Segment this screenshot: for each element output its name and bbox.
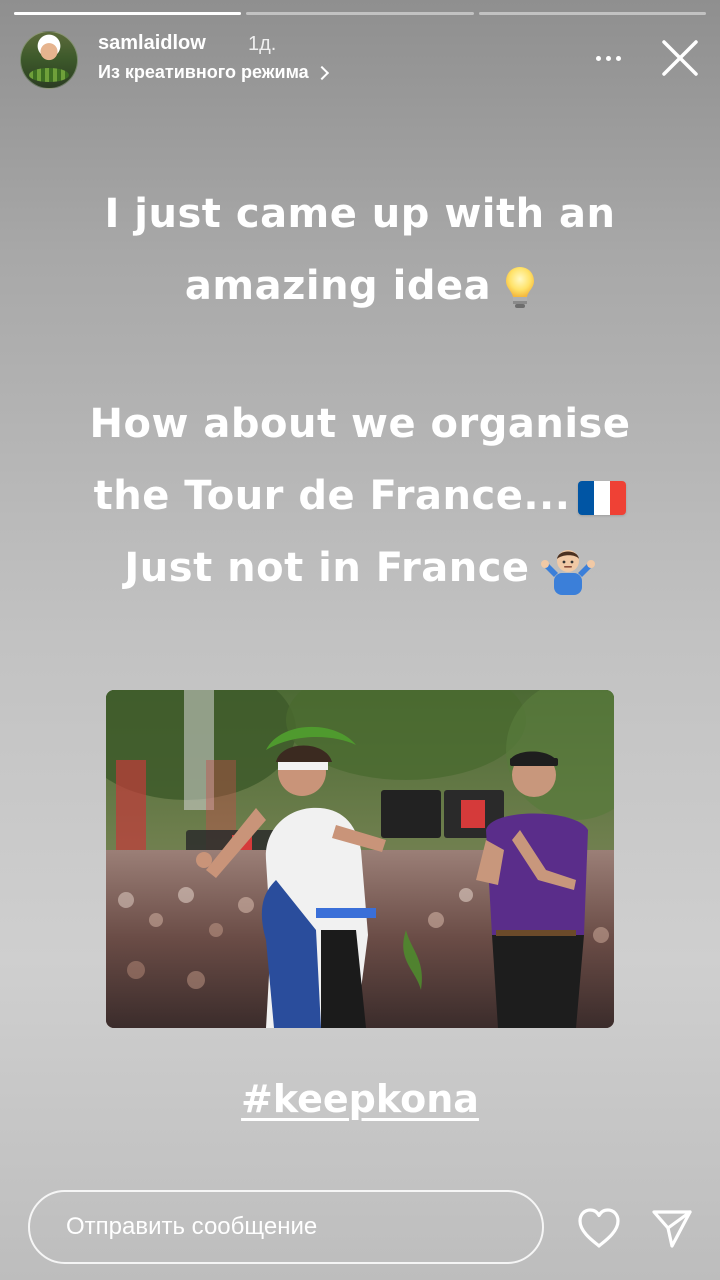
story-photo[interactable] [106, 690, 614, 1028]
photo-image [106, 690, 614, 1028]
send-button[interactable] [650, 1206, 694, 1250]
message-input[interactable]: Отправить сообщение [28, 1190, 544, 1264]
close-icon [662, 40, 698, 76]
hashtag-link[interactable]: #keepkona [0, 1077, 720, 1121]
story-text-main: How about we organise the Tour de France… [30, 388, 690, 604]
story-progress [14, 12, 706, 16]
light-bulb-icon [506, 267, 535, 308]
story-line-with-emoji: Just not in France [30, 532, 690, 604]
message-placeholder: Отправить сообщение [66, 1213, 318, 1240]
story-line: Just not in France [124, 545, 530, 591]
creative-mode-link[interactable]: Из креативного режима [98, 62, 329, 83]
progress-segment [14, 12, 242, 15]
more-options-button[interactable] [588, 40, 628, 76]
story-line: How about we organise [89, 401, 631, 447]
username[interactable]: samlaidlow [98, 32, 206, 55]
story-line: amazing idea [184, 263, 492, 309]
progress-fill [14, 12, 242, 15]
person-shrugging-icon [540, 550, 595, 595]
more-horizontal-icon [605, 55, 611, 61]
chevron-right-icon [314, 65, 329, 80]
france-flag-icon [578, 481, 627, 515]
close-button[interactable] [660, 38, 700, 78]
story-line-with-emoji: the Tour de France... [30, 460, 690, 532]
avatar[interactable] [20, 31, 78, 89]
heart-icon [578, 1208, 620, 1248]
story-header: samlaidlow 1д. Из креативного режима [20, 28, 700, 92]
more-horizontal-icon [595, 55, 601, 61]
progress-segment [246, 12, 474, 15]
story-line-with-emoji: amazing idea [30, 250, 690, 322]
story-line: the Tour de France... [93, 473, 571, 519]
creative-mode-label: Из креативного режима [98, 62, 309, 82]
post-time: 1д. [248, 33, 277, 55]
send-icon [652, 1210, 692, 1248]
story-line: I just came up with an [104, 191, 616, 237]
like-button[interactable] [576, 1206, 622, 1250]
avatar-lei [29, 68, 69, 82]
more-horizontal-icon [615, 55, 621, 61]
story-text-intro: I just came up with an amazing idea [30, 178, 690, 322]
progress-segment [478, 12, 706, 15]
